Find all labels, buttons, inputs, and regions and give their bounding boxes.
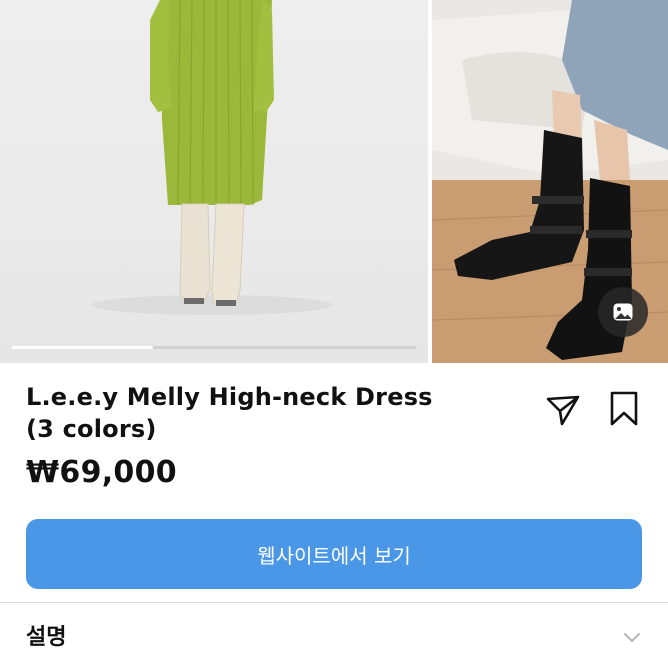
description-label: 설명 — [26, 625, 67, 650]
image-icon[interactable] — [598, 287, 648, 337]
bookmark-icon[interactable] — [606, 389, 642, 429]
gallery-progress-bar — [12, 346, 416, 349]
send-icon[interactable] — [544, 391, 582, 429]
view-on-website-button[interactable]: 웹사이트에서 보기 — [26, 519, 642, 589]
model-illustration — [92, 0, 332, 315]
product-price: ₩69,000 — [26, 455, 177, 490]
description-toggle[interactable]: 설명 — [0, 603, 668, 668]
product-image-gallery[interactable] — [0, 0, 668, 363]
gallery-progress-fill — [12, 346, 154, 349]
product-title: L.e.e.y Melly High-neck Dress (3 colors) — [26, 383, 433, 443]
chevron-down-icon — [624, 633, 640, 642]
product-photo-main[interactable] — [0, 0, 428, 363]
